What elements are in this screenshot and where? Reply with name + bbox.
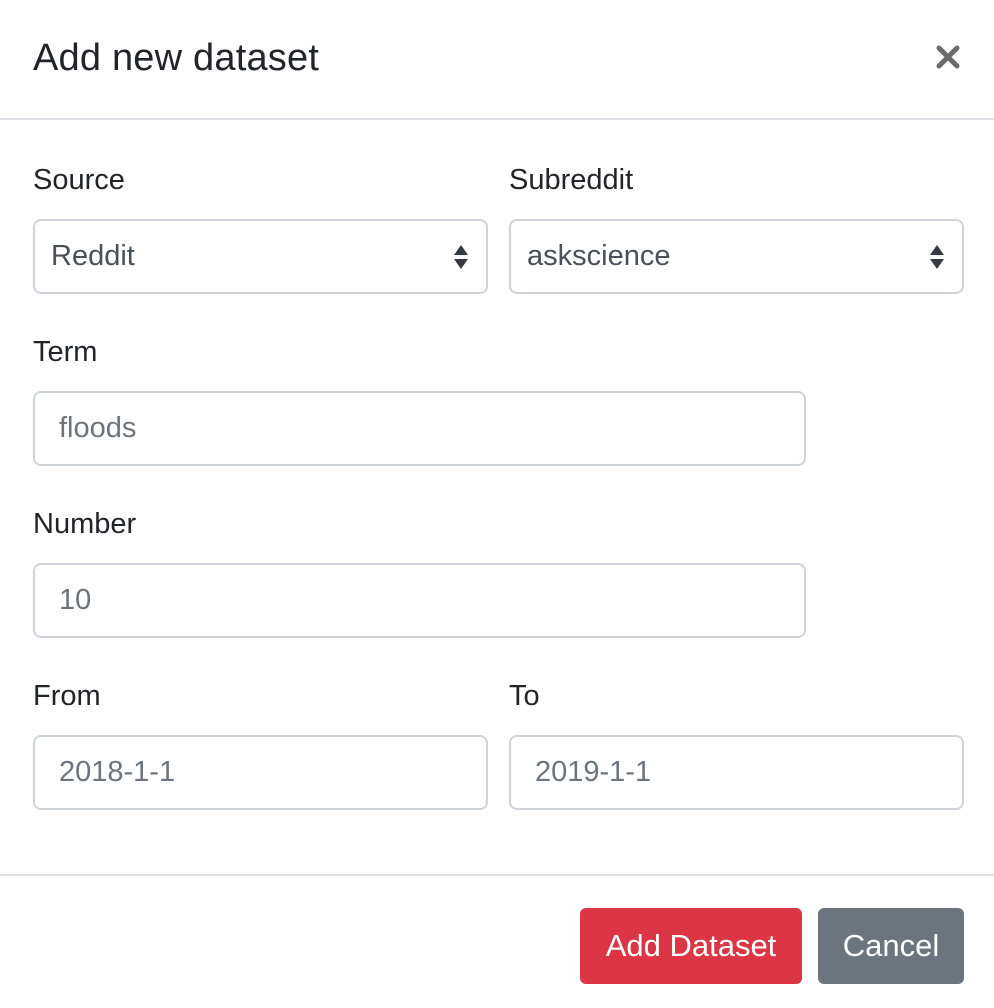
close-button[interactable]	[928, 40, 968, 74]
modal-header: Add new dataset	[0, 0, 994, 120]
from-date-input[interactable]	[33, 735, 488, 810]
select-arrows-icon	[930, 244, 944, 269]
source-label: Source	[33, 164, 125, 196]
number-label: Number	[33, 508, 137, 540]
select-arrows-icon	[454, 244, 468, 269]
cancel-button[interactable]: Cancel	[818, 908, 964, 984]
subreddit-selected-value: askscience	[527, 240, 671, 272]
add-dataset-button[interactable]: Add Dataset	[580, 908, 802, 984]
subreddit-select[interactable]: askscience	[509, 219, 964, 294]
number-input[interactable]	[33, 563, 806, 638]
subreddit-label: Subreddit	[509, 164, 634, 196]
source-select[interactable]: Reddit	[33, 219, 488, 294]
to-date-input[interactable]	[509, 735, 964, 810]
term-label: Term	[33, 336, 98, 368]
to-label: To	[509, 680, 540, 712]
modal-title: Add new dataset	[33, 37, 320, 79]
from-label: From	[33, 680, 101, 712]
add-dataset-modal: Add new dataset Source Reddit Subreddit …	[0, 0, 994, 1008]
term-input[interactable]	[33, 391, 806, 466]
close-icon	[936, 45, 960, 69]
source-selected-value: Reddit	[51, 240, 135, 272]
